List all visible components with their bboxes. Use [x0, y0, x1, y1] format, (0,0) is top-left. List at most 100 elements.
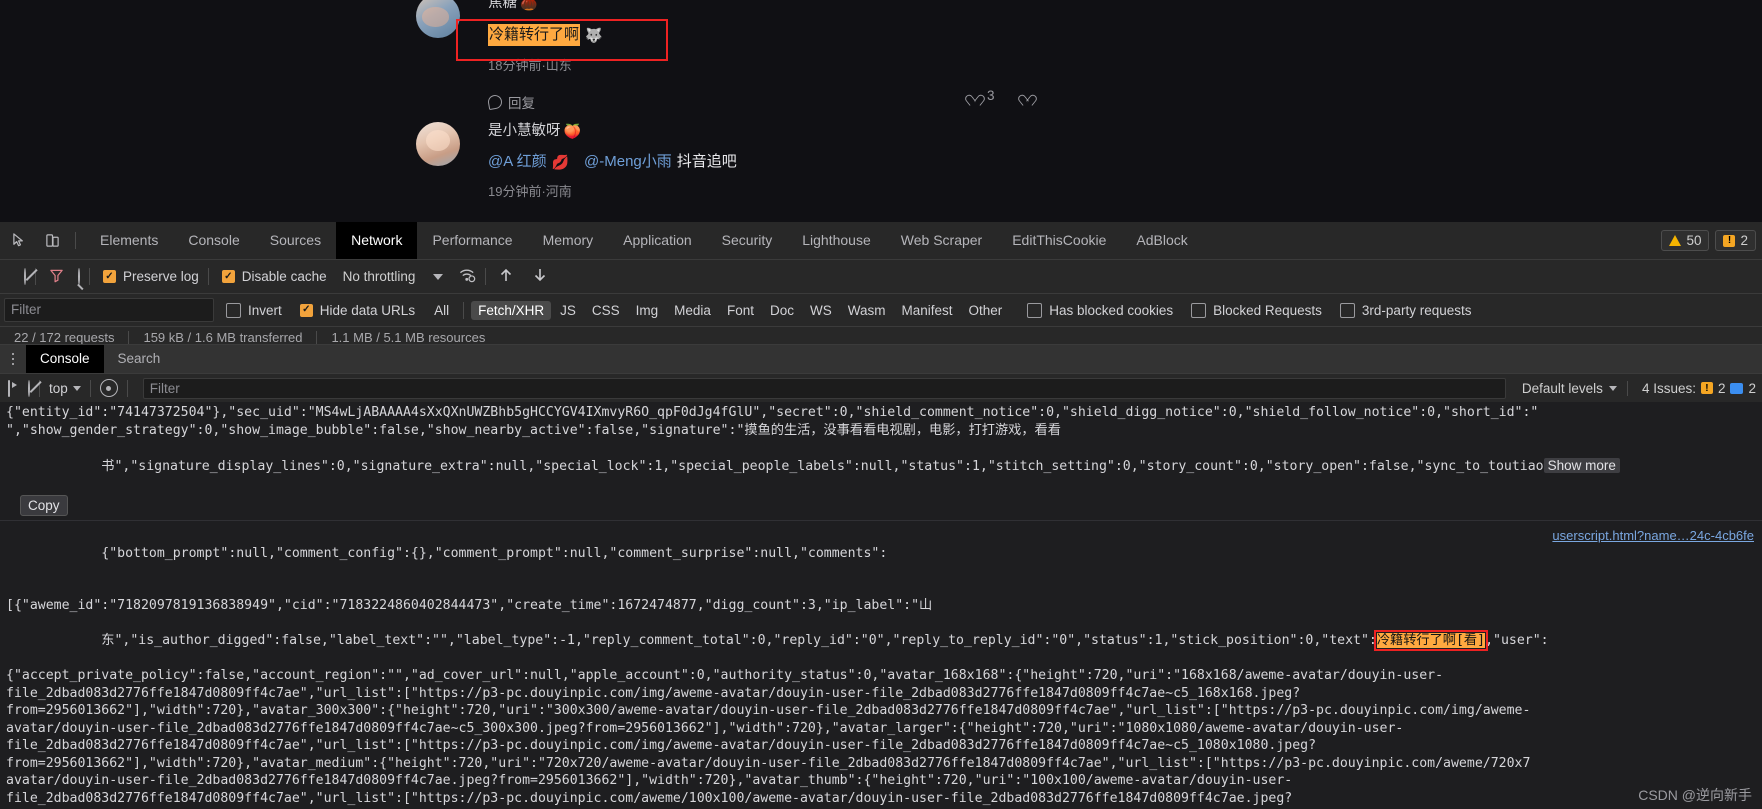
filter-type-other[interactable]: Other — [962, 301, 1010, 320]
filter-type-font[interactable]: Font — [720, 301, 761, 320]
filter-type-media[interactable]: Media — [667, 301, 718, 320]
throttling-select[interactable]: No throttling — [343, 269, 444, 284]
has-blocked-cookies-checkbox[interactable]: Has blocked cookies — [1027, 302, 1173, 318]
filter-type-js[interactable]: JS — [553, 301, 583, 320]
device-toolbar-icon[interactable] — [39, 227, 66, 254]
search-button[interactable] — [78, 268, 80, 285]
tab-security[interactable]: Security — [707, 222, 788, 259]
console-toolbar: top Filter Default levels 4 Issues: ! 2 … — [0, 374, 1762, 403]
comment-meta: 18分钟前·山东 — [488, 58, 572, 73]
log-source-link[interactable]: userscript.html?name…24c-4cb6fe — [1552, 527, 1754, 545]
reply-button[interactable]: 回复 — [486, 92, 602, 112]
log-highlighted-text: 冷籍转行了啊[看] — [1373, 630, 1489, 651]
export-har-button[interactable] — [533, 267, 547, 286]
filter-type-wasm[interactable]: Wasm — [841, 301, 893, 320]
mention-link[interactable]: @-Meng小雨 — [584, 152, 672, 172]
hide-data-urls-checkbox[interactable]: ✓ Hide data URLs — [299, 303, 415, 318]
avatar[interactable] — [416, 122, 460, 166]
heart-icon[interactable] — [968, 89, 981, 102]
filter-type-css[interactable]: CSS — [585, 301, 627, 320]
copy-button[interactable]: Copy — [20, 494, 68, 516]
invert-checkbox[interactable]: Invert — [226, 302, 282, 318]
screenshot-root: 焦糖 🌰 冷籍转行了啊 🐺 18分钟前·山东 回复 3 是小慧敏呀 🍑 @A 红… — [0, 0, 1762, 809]
filter-type-all[interactable]: All — [427, 301, 456, 320]
mention-link[interactable]: @A 红颜 — [488, 152, 547, 172]
warning-count-badge[interactable]: 50 — [1661, 230, 1710, 251]
tab-application[interactable]: Application — [608, 222, 707, 259]
network-conditions-icon[interactable] — [459, 267, 476, 286]
network-toolbar: ✓ Preserve log ✓ Disable cache No thrott… — [0, 260, 1762, 294]
log-text-line: 书","signature_display_lines":0,"signatur… — [101, 458, 1544, 474]
comment-meta: 19分钟前·河南 — [488, 184, 572, 199]
console-live-expression-icon[interactable] — [99, 379, 118, 397]
summary-resources: 1.1 MB / 5.1 MB resources — [331, 329, 486, 345]
disable-cache-label: Disable cache — [241, 269, 327, 284]
clear-button[interactable] — [24, 268, 26, 285]
filter-type-doc[interactable]: Doc — [763, 301, 801, 320]
comment-text: @A 红颜 💋 @-Meng小雨 抖音追吧 — [488, 152, 737, 172]
comment-bubble-icon — [486, 93, 504, 111]
tab-performance[interactable]: Performance — [417, 222, 527, 259]
comment-author[interactable]: 焦糖 🌰 — [488, 0, 602, 12]
tab-memory[interactable]: Memory — [528, 222, 609, 259]
chevron-down-icon — [433, 273, 444, 280]
console-levels-value: Default levels — [1521, 380, 1603, 396]
clear-console-button[interactable] — [28, 379, 30, 397]
tab-adblock[interactable]: AdBlock — [1121, 222, 1202, 259]
preserve-log-checkbox[interactable]: ✓ Preserve log — [103, 269, 199, 284]
console-filter-input[interactable]: Filter — [142, 377, 1506, 399]
more-options-icon[interactable] — [4, 352, 22, 366]
log-text-line: {"bottom_prompt":null,"comment_config":{… — [101, 545, 888, 561]
tab-elements[interactable]: Elements — [85, 222, 173, 259]
error-count-badge[interactable]: ! 2 — [1715, 230, 1756, 251]
tab-lighthouse[interactable]: Lighthouse — [787, 222, 886, 259]
console-log-entry[interactable]: {"bottom_prompt":null,"comment_config":{… — [0, 521, 1762, 809]
dislike-icon[interactable] — [1021, 89, 1034, 102]
import-har-button[interactable] — [499, 267, 513, 286]
checkbox-unchecked-icon — [1339, 302, 1355, 318]
console-sidebar-toggle[interactable] — [8, 379, 10, 397]
network-filter-bar: Filter Invert ✓ Hide data URLs All Fetch… — [0, 294, 1762, 327]
console-levels-select[interactable]: Default levels — [1512, 381, 1627, 396]
console-context-selector[interactable]: top — [49, 381, 81, 396]
wolf-emoji: 🐺 — [585, 27, 603, 43]
third-party-requests-checkbox[interactable]: 3rd-party requests — [1339, 302, 1471, 318]
filter-type-manifest[interactable]: Manifest — [894, 301, 959, 320]
avatar[interactable] — [416, 0, 460, 38]
tab-network[interactable]: Network — [336, 222, 418, 259]
network-filter-input[interactable]: Filter — [4, 298, 214, 322]
tab-web-scraper[interactable]: Web Scraper — [886, 222, 997, 259]
log-text-line: file_2dbad083d2776ffe1847d0809ff4c7ae","… — [6, 790, 1293, 806]
comment-author-name: 是小慧敏呀 — [488, 123, 561, 139]
tab-sources[interactable]: Sources — [255, 222, 336, 259]
log-text-line: [{"aweme_id":"7182097819136838949","cid"… — [6, 598, 933, 613]
tab-editthiscookie[interactable]: EditThisCookie — [997, 222, 1121, 259]
preserve-log-label: Preserve log — [123, 269, 199, 284]
drawer-tab-search[interactable]: Search — [104, 345, 175, 373]
checkbox-checked-icon: ✓ — [103, 270, 116, 283]
blocked-requests-label: Blocked Requests — [1213, 302, 1322, 318]
lips-emoji: 💋 — [551, 154, 570, 170]
console-output[interactable]: {"entity_id":"74147372504"},"sec_uid":"M… — [0, 402, 1762, 809]
chevron-down-icon — [72, 385, 81, 391]
douyin-comments-panel: 焦糖 🌰 冷籍转行了啊 🐺 18分钟前·山东 回复 3 是小慧敏呀 🍑 @A 红… — [0, 0, 1762, 222]
checkbox-unchecked-icon — [1191, 302, 1207, 318]
tab-console[interactable]: Console — [173, 222, 254, 259]
log-text-suffix: ,"user": — [1485, 633, 1549, 648]
error-square-icon: ! — [1700, 382, 1713, 394]
blocked-requests-checkbox[interactable]: Blocked Requests — [1191, 302, 1322, 318]
filter-button[interactable] — [49, 268, 64, 286]
console-issues-button[interactable]: 4 Issues: ! 2 2 — [1626, 380, 1762, 396]
like-group[interactable]: 3 — [968, 88, 1034, 103]
log-text-line: {"entity_id":"74147372504"},"sec_uid":"M… — [6, 405, 1539, 420]
drawer-tab-console[interactable]: Console — [26, 345, 104, 373]
filter-type-fetch-xhr[interactable]: Fetch/XHR — [471, 300, 552, 320]
issues-error-count: 2 — [1717, 380, 1726, 396]
show-more-button[interactable]: Show more — [1543, 457, 1620, 473]
disable-cache-checkbox[interactable]: ✓ Disable cache — [221, 269, 327, 284]
console-log-entry[interactable]: {"entity_id":"74147372504"},"sec_uid":"M… — [0, 402, 1762, 521]
filter-type-ws[interactable]: WS — [803, 301, 839, 320]
inspect-element-icon[interactable] — [6, 227, 33, 254]
comment-author[interactable]: 是小慧敏呀 🍑 — [488, 122, 737, 140]
filter-type-img[interactable]: Img — [629, 301, 666, 320]
